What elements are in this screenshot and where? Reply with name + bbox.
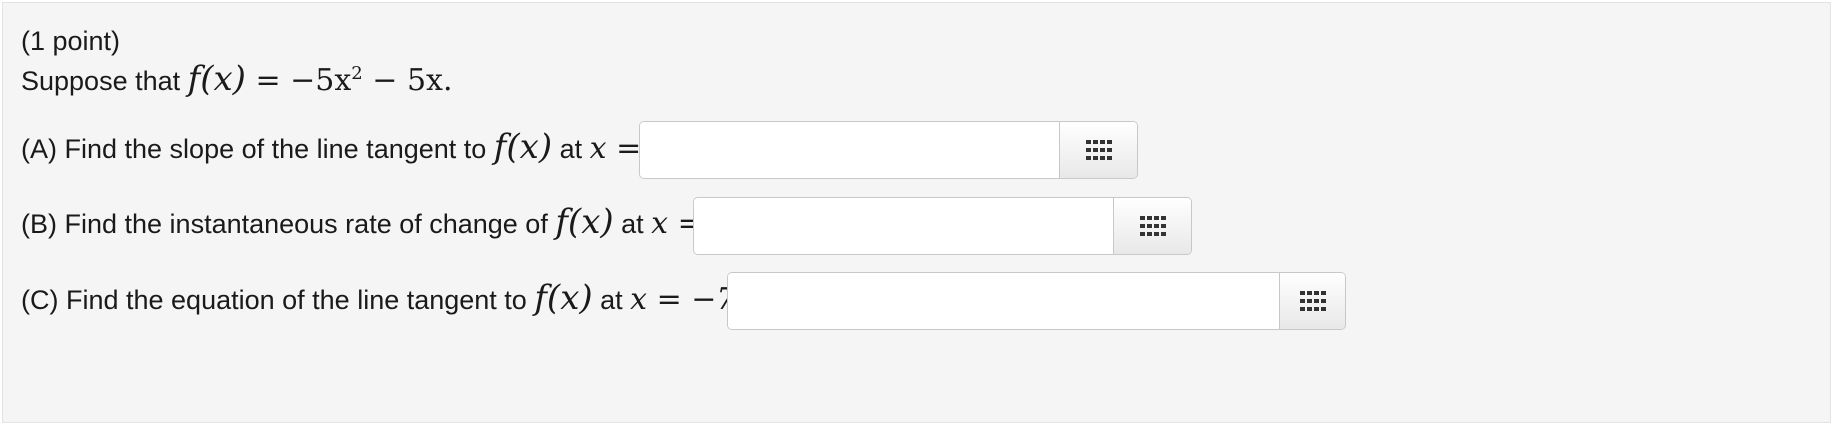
part-a-mid: at (552, 134, 590, 164)
point-value: (1 point) (21, 26, 121, 56)
part-c-palette-button[interactable] (1279, 273, 1345, 329)
part-b-prefix: (B) Find the instantaneous rate of chang… (21, 209, 556, 239)
function-name: f(x) (187, 59, 246, 99)
part-a-question: (A) Find the slope of the line tangent t… (21, 130, 705, 165)
part-c-mid: at (592, 285, 631, 315)
part-b-question: (B) Find the instantaneous rate of chang… (21, 205, 766, 240)
part-a-function: f(x) (493, 127, 553, 167)
part-b-function: f(x) (555, 202, 614, 242)
grid-icon (1139, 216, 1166, 236)
part-c-answer-input[interactable] (728, 273, 1279, 329)
part-a-answer-input[interactable] (640, 122, 1059, 178)
part-c-question: (C) Find the equation of the line tangen… (21, 281, 806, 316)
part-c-function: f(x) (534, 278, 593, 318)
part-b-mid: at (613, 209, 652, 239)
part-c-answer-group (727, 272, 1346, 330)
part-a-prefix: (A) Find the slope of the line tangent t… (21, 134, 494, 164)
problem-container: (1 point) Suppose that f(x) = −5x2 − 5x.… (2, 2, 1831, 423)
part-c-prefix: (C) Find the equation of the line tangen… (21, 285, 535, 315)
grid-icon (1299, 291, 1326, 311)
problem-statement: Suppose that f(x) = −5x2 − 5x. (21, 62, 453, 98)
part-b-answer-group (693, 197, 1192, 255)
function-equation: = −5x2 − 5x. (245, 63, 453, 98)
part-b-palette-button[interactable] (1113, 198, 1191, 254)
part-a-answer-group (639, 121, 1138, 179)
intro-text: Suppose that (21, 66, 188, 96)
part-a-palette-button[interactable] (1059, 122, 1137, 178)
part-b-answer-input[interactable] (694, 198, 1113, 254)
grid-icon (1085, 140, 1112, 160)
